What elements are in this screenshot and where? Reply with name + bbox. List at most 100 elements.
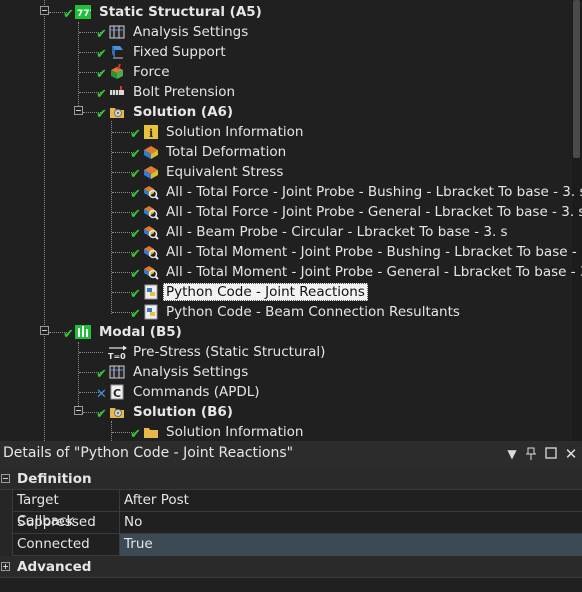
tree-node-python-code-joint-reactions[interactable]: ✔ Python Code - Joint Reactions [0, 282, 572, 302]
tree-node-label: All - Total Moment - Joint Probe - Gener… [166, 264, 582, 280]
check-icon: ✔ [130, 127, 141, 142]
tree-node-label: Equivalent Stress [166, 164, 284, 180]
python-code-icon [144, 284, 158, 300]
check-icon: ✔ [96, 67, 107, 82]
modal-analysis-icon [75, 325, 91, 339]
tree-node-label: All - Total Force - Joint Probe - Genera… [166, 204, 582, 220]
collapse-toggle[interactable] [40, 326, 49, 335]
tree-node-probe[interactable]: ✔ All - Total Moment - Joint Probe - Bus… [0, 242, 582, 262]
python-code-icon [144, 304, 158, 320]
maximize-icon[interactable] [544, 447, 558, 461]
category-label: Definition [17, 471, 92, 487]
probe-icon [144, 206, 159, 220]
property-name: Suppressed [13, 512, 120, 534]
tree-node-pre-stress[interactable]: T=0 Pre-Stress (Static Structural) [0, 342, 572, 362]
details-header: Details of "Python Code - Joint Reaction… [0, 441, 582, 468]
probe-icon [144, 186, 159, 200]
check-icon: ✔ [130, 267, 141, 282]
check-icon: ✔ [96, 107, 107, 122]
details-title: Details of "Python Code - Joint Reaction… [3, 445, 294, 461]
close-icon[interactable]: ✕ [564, 447, 578, 462]
tree-node-label: Solution (B6) [133, 404, 233, 420]
check-icon: ✔ [130, 427, 141, 442]
pin-icon[interactable] [524, 447, 538, 461]
tree-node-label: Analysis Settings [133, 364, 249, 380]
collapse-toggle[interactable] [40, 6, 49, 15]
cross-icon: ✕ [96, 387, 107, 402]
tree-node-solution-b6[interactable]: ✔ Solution (B6) [0, 402, 572, 422]
property-row-suppressed[interactable]: Suppressed No [0, 512, 582, 534]
property-value[interactable]: No [120, 512, 582, 534]
category-definition[interactable]: Definition [0, 468, 582, 490]
information-icon: i [144, 125, 158, 140]
tree-node-label: Python Code - Beam Connection Resultants [166, 304, 460, 320]
tree-node-label: Bolt Pretension [133, 84, 236, 100]
dropdown-arrow-icon[interactable]: ▼ [505, 447, 519, 461]
tree-node-label: Analysis Settings [133, 24, 249, 40]
tree-node-analysis-settings[interactable]: ✔ Analysis Settings [0, 362, 572, 382]
tree-node-probe[interactable]: ✔ All - Total Force - Joint Probe - Gene… [0, 202, 582, 222]
property-value[interactable]: True [120, 534, 582, 556]
tree-node-label: All - Total Force - Joint Probe - Bushin… [166, 184, 582, 200]
tree-node-label: Force [133, 64, 170, 80]
tree-node-fixed-support[interactable]: ✔ Fixed Support [0, 42, 572, 62]
svg-text:777: 777 [77, 9, 91, 19]
analysis-settings-icon [109, 25, 125, 39]
outline-tree: ✔ 777 Static Structural (A5) ✔ Analysis … [0, 0, 582, 441]
svg-text:i: i [149, 127, 153, 140]
tree-node-label: Modal (B5) [99, 324, 182, 340]
tree-node-commands-apdl[interactable]: ✕ C Commands (APDL) [0, 382, 572, 402]
svg-text:C: C [113, 387, 121, 400]
tree-node-python-code-beam-connection-resultants[interactable]: ✔ Python Code - Beam Connection Resultan… [0, 302, 572, 322]
check-icon: ✔ [96, 87, 107, 102]
pre-stress-icon: T=0 [108, 345, 127, 360]
result-contour-icon [144, 166, 158, 179]
property-row-connected[interactable]: Connected True [0, 534, 582, 556]
tree-node-total-deformation[interactable]: ✔ Total Deformation [0, 142, 572, 162]
check-icon: ✔ [96, 47, 107, 62]
tree-node-probe[interactable]: ✔ All - Total Moment - Joint Probe - Gen… [0, 262, 582, 282]
collapse-toggle[interactable] [74, 406, 83, 415]
check-icon: ✔ [130, 207, 141, 222]
solution-folder-icon [110, 408, 124, 418]
tree-node-label: Commands (APDL) [133, 384, 260, 400]
tree-node-probe[interactable]: ✔ All - Beam Probe - Circular - Lbracket… [0, 222, 572, 242]
tree-node-bolt-pretension[interactable]: ✔ Bolt Pretension [0, 82, 572, 102]
check-icon: ✔ [130, 307, 141, 322]
tree-node-solution-information[interactable]: ✔ i Solution Information [0, 122, 572, 142]
tree-node-force[interactable]: ✔ Force [0, 62, 572, 82]
collapse-toggle[interactable] [1, 474, 10, 483]
property-row-target-callback[interactable]: Target Callback After Post [0, 490, 582, 529]
tree-scrollbar-thumb[interactable] [573, 0, 580, 158]
bolt-pretension-icon [110, 86, 124, 95]
tree-node-solution-a6[interactable]: ✔ Solution (A6) [0, 102, 572, 122]
probe-icon [144, 226, 159, 240]
check-icon: ✔ [130, 287, 141, 302]
property-value[interactable]: After Post [120, 490, 582, 512]
static-structural-icon: 777 [75, 5, 91, 19]
category-advanced[interactable]: Advanced [0, 556, 582, 578]
expand-toggle[interactable] [1, 562, 10, 571]
check-icon: ✔ [130, 227, 141, 242]
check-icon: ✔ [130, 247, 141, 262]
probe-icon [144, 246, 159, 260]
tree-node-label: Solution Information [166, 424, 304, 440]
tree-node-probe[interactable]: ✔ All - Total Force - Joint Probe - Bush… [0, 182, 582, 202]
check-icon: ✔ [96, 407, 107, 422]
collapse-toggle[interactable] [74, 106, 83, 115]
property-name: Connected [13, 534, 120, 556]
tree-node-static-structural[interactable]: ✔ 777 Static Structural (A5) [0, 2, 572, 22]
svg-text:T=0: T=0 [108, 352, 126, 360]
tree-node-solution-information[interactable]: ✔ Solution Information [0, 422, 572, 441]
tree-node-analysis-settings[interactable]: ✔ Analysis Settings [0, 22, 572, 42]
tree-node-label: Pre-Stress (Static Structural) [133, 344, 326, 360]
tree-node-modal[interactable]: ✔ Modal (B5) [0, 322, 572, 342]
probe-icon [144, 266, 159, 280]
property-name: Target Callback [13, 490, 120, 529]
check-icon: ✔ [130, 167, 141, 182]
tree-node-label: All - Total Moment - Joint Probe - Bushi… [166, 244, 582, 260]
tree-node-equivalent-stress[interactable]: ✔ Equivalent Stress [0, 162, 572, 182]
tree-node-label: All - Beam Probe - Circular - Lbracket T… [166, 224, 508, 240]
check-icon: ✔ [96, 367, 107, 382]
fixed-support-icon [112, 46, 123, 59]
